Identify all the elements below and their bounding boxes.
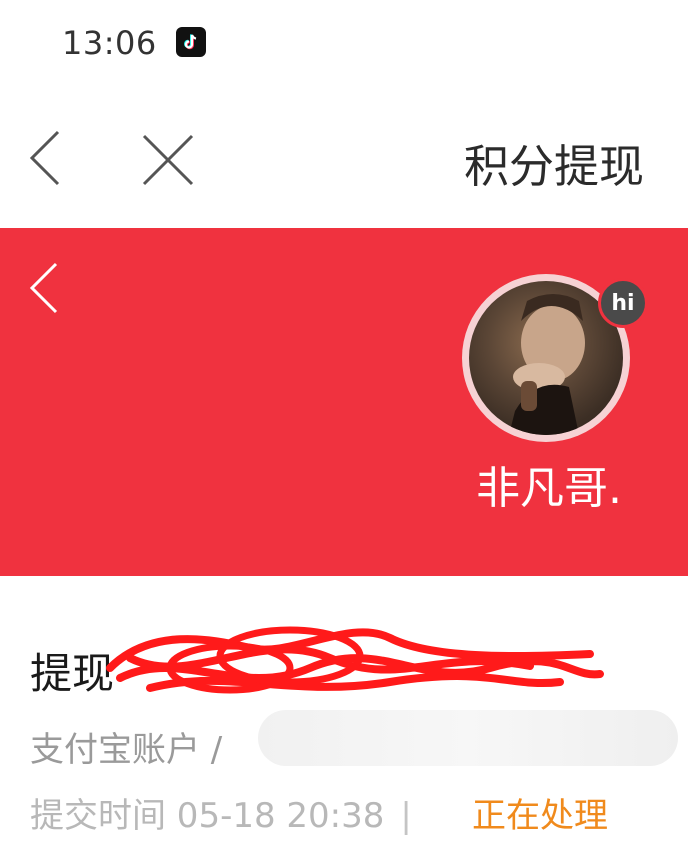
close-icon[interactable] bbox=[136, 128, 200, 192]
account-label: 支付宝账户 / bbox=[30, 730, 223, 770]
submit-time: 提交时间 05-18 20:38 bbox=[30, 796, 385, 836]
record-meta: 提交时间 05-18 20:38 | bbox=[30, 788, 428, 837]
status-time: 13:06 bbox=[62, 24, 157, 62]
page-title: 积分提现 bbox=[463, 140, 644, 193]
chevron-left-icon[interactable] bbox=[24, 258, 72, 318]
redaction-blur bbox=[258, 710, 678, 766]
status-bar: 13:06 bbox=[0, 0, 688, 90]
meta-separator: | bbox=[400, 796, 412, 836]
status-badge: 正在处理 bbox=[472, 796, 608, 836]
withdraw-record[interactable]: 提现 支付宝账户 / 提交时间 05-18 20:38 | 正在处理 bbox=[0, 576, 688, 868]
chevron-left-icon[interactable] bbox=[22, 126, 78, 190]
username: 非凡哥. bbox=[476, 463, 622, 514]
profile-header: hi 非凡哥. bbox=[0, 228, 688, 576]
tiktok-icon bbox=[176, 27, 206, 57]
nav-bar: 积分提现 bbox=[0, 90, 688, 228]
redaction-scribble bbox=[106, 626, 604, 694]
hi-badge: hi bbox=[598, 278, 648, 328]
